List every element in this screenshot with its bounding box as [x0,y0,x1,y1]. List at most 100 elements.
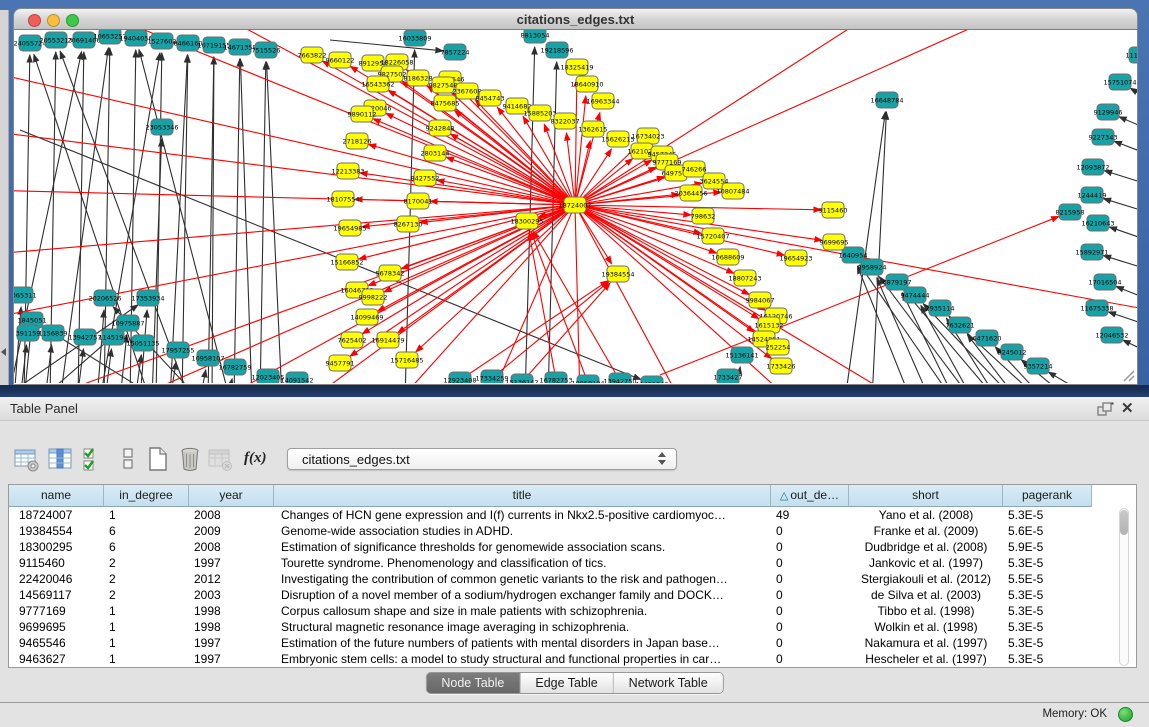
table-row[interactable]: 977716911998Corpus callosum shape and si… [9,604,1092,620]
graph-node-label: 2718126 [343,138,372,146]
tab-edge-table[interactable]: Edge Table [520,673,613,693]
graph-edge [200,370,206,383]
vertical-scrollbar[interactable] [1119,508,1129,666]
graph-node-label: 8454743 [476,95,505,103]
table-cell: 2008 [189,540,274,556]
float-panel-icon[interactable] [1097,402,1114,417]
function-builder-icon[interactable]: f(x) [244,445,272,473]
graph-node-label: 15720407 [696,233,729,241]
graph-edge [1123,340,1137,353]
graph-edge [260,62,266,383]
table-cell: 22420046 [9,572,104,588]
table-cell: 14569117 [9,588,104,604]
table-cell: 2 [104,588,189,604]
network-view-canvas[interactable]: 2405572420553213206914061065325719404056… [13,30,1138,385]
graph-node-label: 11675338 [1080,305,1113,313]
import-table-icon[interactable] [206,445,234,473]
graph-node-label: 16543362 [361,81,394,89]
table-selector-dropdown[interactable]: citations_edges.txt [287,448,677,470]
graph-node-label: 17334259 [475,375,508,383]
graph-node-label: 9984067 [746,297,775,305]
tab-node-table[interactable]: Node Table [426,673,520,693]
column-header-label: year [219,488,242,502]
table-settings-icon[interactable] [12,445,40,473]
graph-edge [227,379,232,383]
network-window-titlebar[interactable]: citations_edges.txt [13,8,1138,30]
table-cell: Embryonic stem cells: a model to study s… [274,652,771,668]
table-panel-title: Table Panel [10,401,78,416]
collapsed-panel-strip [0,10,9,397]
new-table-icon[interactable] [144,445,172,473]
table-cell: Nakamura et al. (1997) [849,636,1003,652]
table-cell: Dudbridge et al. (2008) [849,540,1003,556]
column-header-name[interactable]: name [9,485,104,507]
table-cell: Disruption of a novel member of a sodium… [274,588,771,604]
table-cell: 5.3E-5 [1003,620,1092,636]
table-row[interactable]: 911546021997Tourette syndrome. Phenomeno… [9,556,1092,572]
graph-node-label: 16914479 [371,337,404,345]
graph-node-label: 12923408 [443,377,476,384]
table-cell: 1997 [189,556,274,572]
column-header-pagerank[interactable]: pagerank [1003,485,1092,507]
resize-grip-icon[interactable] [1121,368,1135,382]
panel-collapse-arrow-icon[interactable] [1,348,6,356]
table-row[interactable]: 946554611997Estimation of the future num… [9,636,1092,652]
graph-node-label: 9998222 [359,294,388,302]
graph-node-label: 15716485 [390,357,423,365]
graph-edge [575,30,1000,205]
graph-node-label: 1615132 [755,322,784,330]
column-header-outde[interactable]: △out_de… [771,485,849,507]
table-row[interactable]: 2242004622012Investigating the contribut… [9,572,1092,588]
table-cell: 0 [771,556,849,572]
table-row[interactable]: 1938455462009Genome-wide association stu… [9,524,1092,540]
memory-status-label: Memory: OK [1042,708,1107,720]
graph-node-label: 12093872 [1076,164,1109,172]
column-header-indegree[interactable]: in_degree [104,485,189,507]
delete-table-icon[interactable] [176,445,204,473]
graph-node-label: 8427552 [411,175,440,183]
graph-node-label: 9129946 [1094,109,1123,117]
column-header-year[interactable]: year [189,485,274,507]
scrollbar-thumb[interactable] [1120,510,1128,535]
table-cell: de Silva et al. (2003) [849,588,1003,604]
table-cell: 0 [771,652,849,668]
table-row[interactable]: 1830029562008Estimation of significance … [9,540,1092,556]
close-panel-icon[interactable]: ✕ [1121,399,1134,417]
table-cell: Estimation of significance thresholds fo… [274,540,771,556]
citation-network-graph: 2405572420553213206914061065325719404056… [14,30,1137,383]
graph-node-label: 9227343 [1089,134,1118,142]
table-cell: Structural magnetic resonance image aver… [274,620,771,636]
graph-node-label: 7515526 [252,47,281,55]
table-cell: 0 [771,540,849,556]
show-columns-icon[interactable] [46,445,74,473]
graph-edge [522,283,610,382]
table-row[interactable]: 1456911722003Disruption of a novel membe… [9,588,1092,604]
table-cell: 2 [104,572,189,588]
graph-node-label: 1845051 [18,317,47,325]
table-cell: Stergiakouli et al. (2012) [849,572,1003,588]
table-panel: Table Panel ✕ [0,397,1149,727]
table-row[interactable]: 946362711997Embryonic stem cells: a mode… [9,652,1092,668]
graph-node-label: 9890112 [348,111,377,119]
table-row[interactable]: 969969511998Structural magnetic resonanc… [9,620,1092,636]
sort-ascending-icon: △ [780,490,788,502]
column-header-title[interactable]: title [274,485,771,507]
table-cell: 2008 [189,508,274,524]
graph-node-label: 10807484 [716,188,749,196]
memory-ok-led-icon[interactable] [1118,707,1133,722]
graph-node-label: 2065311 [14,292,36,300]
graph-node-label: 17957255 [161,347,194,355]
tab-network-table[interactable]: Network Table [614,673,723,693]
row-height-icon[interactable] [114,445,142,473]
select-columns-icon[interactable] [80,445,108,473]
table-cell: 49 [771,508,849,524]
graph-node-label: 10958104 [571,380,604,384]
table-cell: 5.3E-5 [1003,508,1092,524]
graph-nodes: 2405572420553213206914061065325719404056… [14,30,1137,383]
table-cell: 9465546 [9,636,104,652]
column-header-short[interactable]: short [849,485,1003,507]
table-row[interactable]: 1872400712008Changes of HCN gene express… [9,508,1092,524]
graph-node-label: 14091542 [280,377,313,384]
graph-node-label: 18640910 [570,81,603,89]
column-header-label: out_de… [790,488,839,502]
